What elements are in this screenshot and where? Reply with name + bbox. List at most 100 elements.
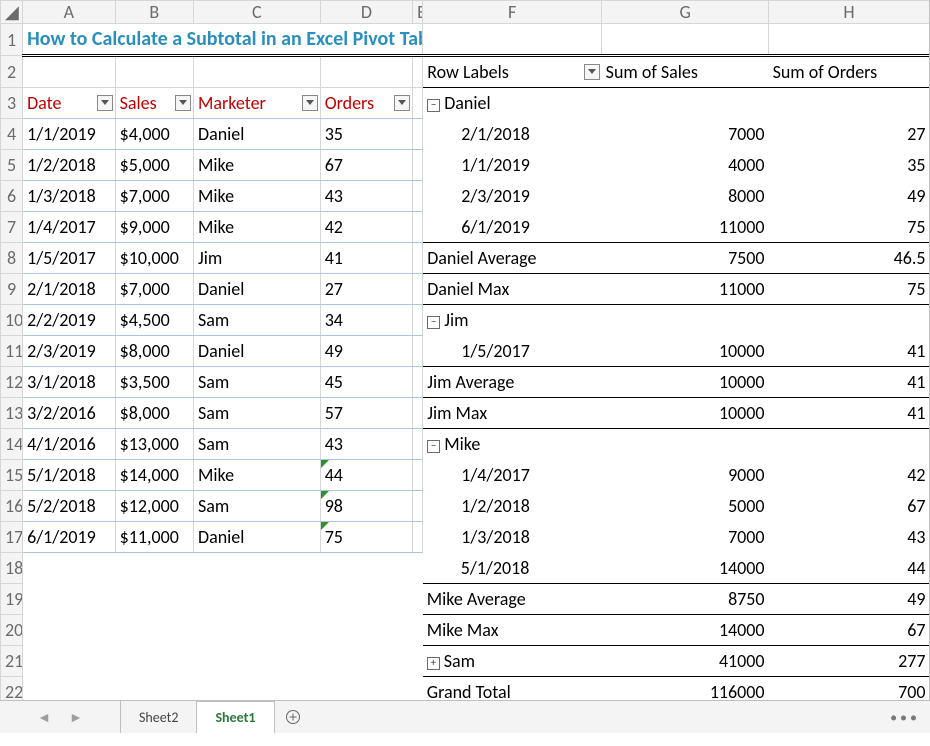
pivot-subtotal-sales[interactable]: 8750 [602, 584, 769, 615]
header-marketer[interactable]: Marketer [194, 88, 321, 119]
pivot-detail-orders[interactable]: 49 [769, 181, 930, 212]
row-header-3[interactable]: 3 [1, 88, 23, 119]
pivot-subtotal-orders[interactable]: 49 [769, 584, 930, 615]
pivot-collapse-toggle[interactable]: − [427, 316, 440, 329]
row-header-7[interactable]: 7 [1, 212, 23, 243]
pivot-subtotal-label[interactable]: Jim Max [423, 398, 602, 429]
cell-orders[interactable]: 41 [320, 243, 412, 274]
cell-orders[interactable]: 57 [320, 398, 412, 429]
pivot-detail-label[interactable]: 6/1/2019 [423, 212, 602, 243]
pivot-detail-label[interactable]: 1/3/2018 [423, 522, 602, 553]
pivot-filter-rowlabels[interactable] [584, 64, 600, 80]
col-header-F[interactable]: F [423, 1, 602, 24]
cell-marketer[interactable]: Sam [194, 429, 321, 460]
cell-date[interactable]: 6/1/2019 [23, 522, 115, 553]
cell-marketer[interactable]: Mike [194, 212, 321, 243]
row-header-13[interactable]: 13 [1, 398, 23, 429]
pivot-detail-sales[interactable]: 7000 [602, 522, 769, 553]
pivot-group-collapsed-sales[interactable]: 41000 [602, 646, 769, 677]
tab-sheet2[interactable]: Sheet2 [121, 701, 197, 733]
row-header-10[interactable]: 10 [1, 305, 23, 336]
col-header-B[interactable]: B [115, 1, 193, 24]
cell-marketer[interactable]: Sam [194, 305, 321, 336]
pivot-group-collapsed-orders[interactable]: 277 [769, 646, 930, 677]
header-orders[interactable]: Orders [320, 88, 412, 119]
pivot-subtotal-orders[interactable]: 75 [769, 274, 930, 305]
pivot-subtotal-sales[interactable]: 10000 [602, 367, 769, 398]
cell-marketer[interactable]: Jim [194, 243, 321, 274]
pivot-grand-total-label[interactable]: Grand Total [423, 677, 602, 701]
pivot-group-sales[interactable] [602, 429, 769, 460]
row-header-16[interactable]: 16 [1, 491, 23, 522]
pivot-subtotal-orders[interactable]: 41 [769, 398, 930, 429]
cell-orders[interactable]: 43 [320, 429, 412, 460]
pivot-detail-orders[interactable]: 27 [769, 119, 930, 150]
col-header-H[interactable]: H [769, 1, 930, 24]
sheet-nav-arrows[interactable]: ◄ ► [0, 701, 121, 733]
cell-orders[interactable]: 98 [320, 491, 412, 522]
cell-date[interactable]: 1/2/2018 [23, 150, 115, 181]
add-sheet-button[interactable] [275, 701, 311, 733]
pivot-group-orders[interactable] [769, 429, 930, 460]
cell-date[interactable]: 3/2/2016 [23, 398, 115, 429]
pivot-detail-sales[interactable]: 5000 [602, 491, 769, 522]
cell-sales[interactable]: $12,000 [115, 491, 193, 522]
pivot-detail-sales[interactable]: 10000 [602, 336, 769, 367]
pivot-expand-toggle[interactable]: + [427, 657, 440, 670]
pivot-subtotal-sales[interactable]: 11000 [602, 274, 769, 305]
cell-orders[interactable]: 27 [320, 274, 412, 305]
pivot-detail-label[interactable]: 2/1/2018 [423, 119, 602, 150]
row-header-18[interactable]: 18 [1, 553, 23, 584]
col-header-C[interactable]: C [194, 1, 321, 24]
pivot-group-sales[interactable] [602, 88, 769, 119]
col-header-E[interactable]: E [413, 1, 423, 24]
header-date[interactable]: Date [23, 88, 115, 119]
cell-orders[interactable]: 67 [320, 150, 412, 181]
pivot-header-sumorders[interactable]: Sum of Orders [769, 56, 930, 88]
cell-marketer[interactable]: Daniel [194, 274, 321, 305]
cell-marketer[interactable]: Daniel [194, 522, 321, 553]
row-header-17[interactable]: 17 [1, 522, 23, 553]
filter-date[interactable] [97, 95, 113, 111]
cell-sales[interactable]: $8,000 [115, 336, 193, 367]
row-header-4[interactable]: 4 [1, 119, 23, 150]
pivot-subtotal-label[interactable]: Daniel Max [423, 274, 602, 305]
cell-date[interactable]: 5/1/2018 [23, 460, 115, 491]
pivot-detail-sales[interactable]: 8000 [602, 181, 769, 212]
tab-sheet1[interactable]: Sheet1 [197, 701, 274, 734]
pivot-detail-orders[interactable]: 67 [769, 491, 930, 522]
cell-date[interactable]: 1/4/2017 [23, 212, 115, 243]
pivot-subtotal-label[interactable]: Mike Average [423, 584, 602, 615]
pivot-subtotal-label[interactable]: Mike Max [423, 615, 602, 646]
pivot-detail-label[interactable]: 1/5/2017 [423, 336, 602, 367]
cell-sales[interactable]: $5,000 [115, 150, 193, 181]
pivot-grand-total-sales[interactable]: 116000 [602, 677, 769, 701]
tab-options-icon[interactable]: ••• [890, 701, 920, 733]
pivot-subtotal-orders[interactable]: 46.5 [769, 243, 930, 274]
header-sales[interactable]: Sales [115, 88, 193, 119]
col-header-G[interactable]: G [602, 1, 769, 24]
pivot-group-sales[interactable] [602, 305, 769, 336]
cell-marketer[interactable]: Daniel [194, 336, 321, 367]
row-header-21[interactable]: 21 [1, 646, 23, 677]
row-header-22[interactable]: 22 [1, 677, 23, 701]
cell-marketer[interactable]: Daniel [194, 119, 321, 150]
pivot-detail-sales[interactable]: 4000 [602, 150, 769, 181]
pivot-collapse-toggle[interactable]: − [427, 440, 440, 453]
pivot-detail-sales[interactable]: 9000 [602, 460, 769, 491]
pivot-subtotal-sales[interactable]: 10000 [602, 398, 769, 429]
row-header-20[interactable]: 20 [1, 615, 23, 646]
pivot-detail-label[interactable]: 1/2/2018 [423, 491, 602, 522]
cell-orders[interactable]: 34 [320, 305, 412, 336]
select-all-corner[interactable]: ◢ [1, 1, 23, 24]
filter-orders[interactable] [394, 95, 410, 111]
pivot-subtotal-sales[interactable]: 14000 [602, 615, 769, 646]
pivot-detail-orders[interactable]: 35 [769, 150, 930, 181]
pivot-group-collapsed-label[interactable]: +Sam [423, 646, 602, 677]
pivot-detail-label[interactable]: 1/1/2019 [423, 150, 602, 181]
pivot-detail-label[interactable]: 2/3/2019 [423, 181, 602, 212]
row-header-8[interactable]: 8 [1, 243, 23, 274]
cell-sales[interactable]: $4,500 [115, 305, 193, 336]
cell-marketer[interactable]: Mike [194, 460, 321, 491]
cell-date[interactable]: 1/1/2019 [23, 119, 115, 150]
